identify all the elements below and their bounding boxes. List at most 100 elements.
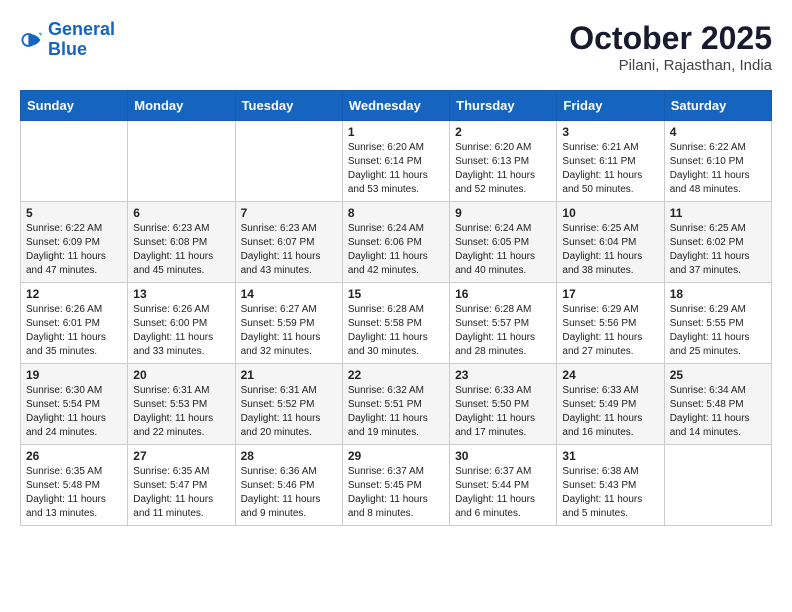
calendar-header-row: SundayMondayTuesdayWednesdayThursdayFrid… (21, 91, 772, 121)
day-info: Sunrise: 6:23 AM Sunset: 6:08 PM Dayligh… (133, 222, 229, 278)
day-info: Sunrise: 6:34 AM Sunset: 5:48 PM Dayligh… (670, 384, 766, 440)
day-info: Sunrise: 6:31 AM Sunset: 5:52 PM Dayligh… (241, 384, 337, 440)
day-number: 2 (455, 125, 551, 139)
day-number: 9 (455, 206, 551, 220)
calendar-week-row: 26 Sunrise: 6:35 AM Sunset: 5:48 PM Dayli… (21, 445, 772, 526)
calendar-cell (128, 121, 235, 202)
calendar-cell: 12Sunrise: 6:26 AM Sunset: 6:01 PM Dayli… (21, 283, 128, 364)
calendar-cell (235, 121, 342, 202)
month-title: October 2025 (569, 20, 772, 57)
day-number: 14 (241, 287, 337, 301)
logo-text: General Blue (48, 20, 115, 60)
day-info: Sunrise: 6:33 AM Sunset: 5:50 PM Dayligh… (455, 384, 551, 440)
calendar-cell: 23Sunrise: 6:33 AM Sunset: 5:50 PM Dayli… (450, 364, 557, 445)
day-number: 18 (670, 287, 766, 301)
title-block: October 2025 Pilani, Rajasthan, India (569, 20, 772, 74)
calendar-cell: 21 Sunrise: 6:31 AM Sunset: 5:52 PM Dayli… (235, 364, 342, 445)
day-number: 27 (133, 449, 229, 463)
calendar-cell: 13Sunrise: 6:26 AM Sunset: 6:00 PM Dayli… (128, 283, 235, 364)
calendar-cell: 28 Sunrise: 6:36 AM Sunset: 5:46 PM Dayli… (235, 445, 342, 526)
day-info: Sunrise: 6:28 AM Sunset: 5:57 PM Dayligh… (455, 303, 551, 359)
day-number: 25 (670, 368, 766, 382)
day-info: Sunrise: 6:29 AM Sunset: 5:55 PM Dayligh… (670, 303, 766, 359)
day-number: 10 (562, 206, 658, 220)
calendar-cell: 19Sunrise: 6:30 AM Sunset: 5:54 PM Dayli… (21, 364, 128, 445)
day-number: 15 (348, 287, 444, 301)
day-info: Sunrise: 6:25 AM Sunset: 6:02 PM Dayligh… (670, 222, 766, 278)
calendar-cell: 22 Sunrise: 6:32 AM Sunset: 5:51 PM Dayli… (342, 364, 449, 445)
calendar-week-row: 5Sunrise: 6:22 AM Sunset: 6:09 PM Daylig… (21, 202, 772, 283)
day-info: Sunrise: 6:31 AM Sunset: 5:53 PM Dayligh… (133, 384, 229, 440)
day-number: 28 (241, 449, 337, 463)
calendar-cell: 8 Sunrise: 6:24 AM Sunset: 6:06 PM Daylig… (342, 202, 449, 283)
calendar-cell: 9 Sunrise: 6:24 AM Sunset: 6:05 PM Daylig… (450, 202, 557, 283)
day-header-saturday: Saturday (664, 91, 771, 121)
day-number: 24 (562, 368, 658, 382)
day-info: Sunrise: 6:35 AM Sunset: 5:47 PM Dayligh… (133, 465, 229, 521)
calendar-cell: 3 Sunrise: 6:21 AM Sunset: 6:11 PM Daylig… (557, 121, 664, 202)
day-info: Sunrise: 6:20 AM Sunset: 6:14 PM Dayligh… (348, 141, 444, 197)
day-info: Sunrise: 6:22 AM Sunset: 6:10 PM Dayligh… (670, 141, 766, 197)
day-number: 26 (26, 449, 122, 463)
calendar-cell: 16Sunrise: 6:28 AM Sunset: 5:57 PM Dayli… (450, 283, 557, 364)
calendar-cell: 15 Sunrise: 6:28 AM Sunset: 5:58 PM Dayli… (342, 283, 449, 364)
calendar-cell: 29 Sunrise: 6:37 AM Sunset: 5:45 PM Dayli… (342, 445, 449, 526)
day-header-friday: Friday (557, 91, 664, 121)
day-info: Sunrise: 6:37 AM Sunset: 5:45 PM Dayligh… (348, 465, 444, 521)
calendar-table: SundayMondayTuesdayWednesdayThursdayFrid… (20, 90, 772, 526)
calendar-cell: 20 Sunrise: 6:31 AM Sunset: 5:53 PM Dayli… (128, 364, 235, 445)
day-info: Sunrise: 6:28 AM Sunset: 5:58 PM Dayligh… (348, 303, 444, 359)
day-info: Sunrise: 6:29 AM Sunset: 5:56 PM Dayligh… (562, 303, 658, 359)
day-header-tuesday: Tuesday (235, 91, 342, 121)
day-number: 20 (133, 368, 229, 382)
day-info: Sunrise: 6:24 AM Sunset: 6:05 PM Dayligh… (455, 222, 551, 278)
calendar-cell: 1 Sunrise: 6:20 AM Sunset: 6:14 PM Daylig… (342, 121, 449, 202)
calendar-week-row: 1 Sunrise: 6:20 AM Sunset: 6:14 PM Daylig… (21, 121, 772, 202)
calendar-cell: 26 Sunrise: 6:35 AM Sunset: 5:48 PM Dayli… (21, 445, 128, 526)
day-number: 17 (562, 287, 658, 301)
day-header-wednesday: Wednesday (342, 91, 449, 121)
day-info: Sunrise: 6:25 AM Sunset: 6:04 PM Dayligh… (562, 222, 658, 278)
day-info: Sunrise: 6:26 AM Sunset: 6:00 PM Dayligh… (133, 303, 229, 359)
day-header-monday: Monday (128, 91, 235, 121)
day-number: 29 (348, 449, 444, 463)
day-number: 22 (348, 368, 444, 382)
calendar-cell (664, 445, 771, 526)
day-info: Sunrise: 6:21 AM Sunset: 6:11 PM Dayligh… (562, 141, 658, 197)
day-info: Sunrise: 6:24 AM Sunset: 6:06 PM Dayligh… (348, 222, 444, 278)
calendar-cell: 24 Sunrise: 6:33 AM Sunset: 5:49 PM Dayli… (557, 364, 664, 445)
day-number: 21 (241, 368, 337, 382)
calendar-cell: 7Sunrise: 6:23 AM Sunset: 6:07 PM Daylig… (235, 202, 342, 283)
day-number: 7 (241, 206, 337, 220)
calendar-cell: 30Sunrise: 6:37 AM Sunset: 5:44 PM Dayli… (450, 445, 557, 526)
logo-icon (20, 28, 44, 52)
day-number: 1 (348, 125, 444, 139)
day-info: Sunrise: 6:33 AM Sunset: 5:49 PM Dayligh… (562, 384, 658, 440)
calendar-cell: 4 Sunrise: 6:22 AM Sunset: 6:10 PM Daylig… (664, 121, 771, 202)
calendar-cell: 6Sunrise: 6:23 AM Sunset: 6:08 PM Daylig… (128, 202, 235, 283)
location: Pilani, Rajasthan, India (569, 57, 772, 74)
day-info: Sunrise: 6:32 AM Sunset: 5:51 PM Dayligh… (348, 384, 444, 440)
calendar-cell: 18 Sunrise: 6:29 AM Sunset: 5:55 PM Dayli… (664, 283, 771, 364)
day-number: 3 (562, 125, 658, 139)
day-number: 19 (26, 368, 122, 382)
calendar-cell: 27 Sunrise: 6:35 AM Sunset: 5:47 PM Dayli… (128, 445, 235, 526)
day-info: Sunrise: 6:35 AM Sunset: 5:48 PM Dayligh… (26, 465, 122, 521)
page-header: General Blue October 2025 Pilani, Rajast… (20, 20, 772, 74)
day-number: 12 (26, 287, 122, 301)
calendar-cell: 31Sunrise: 6:38 AM Sunset: 5:43 PM Dayli… (557, 445, 664, 526)
calendar-cell: 14Sunrise: 6:27 AM Sunset: 5:59 PM Dayli… (235, 283, 342, 364)
calendar-cell: 2 Sunrise: 6:20 AM Sunset: 6:13 PM Daylig… (450, 121, 557, 202)
day-number: 4 (670, 125, 766, 139)
day-number: 30 (455, 449, 551, 463)
calendar-cell: 17 Sunrise: 6:29 AM Sunset: 5:56 PM Dayli… (557, 283, 664, 364)
day-info: Sunrise: 6:22 AM Sunset: 6:09 PM Dayligh… (26, 222, 122, 278)
calendar-week-row: 19Sunrise: 6:30 AM Sunset: 5:54 PM Dayli… (21, 364, 772, 445)
calendar-cell: 11 Sunrise: 6:25 AM Sunset: 6:02 PM Dayli… (664, 202, 771, 283)
day-number: 11 (670, 206, 766, 220)
day-number: 8 (348, 206, 444, 220)
calendar-cell: 5Sunrise: 6:22 AM Sunset: 6:09 PM Daylig… (21, 202, 128, 283)
day-info: Sunrise: 6:36 AM Sunset: 5:46 PM Dayligh… (241, 465, 337, 521)
day-info: Sunrise: 6:20 AM Sunset: 6:13 PM Dayligh… (455, 141, 551, 197)
calendar-cell (21, 121, 128, 202)
